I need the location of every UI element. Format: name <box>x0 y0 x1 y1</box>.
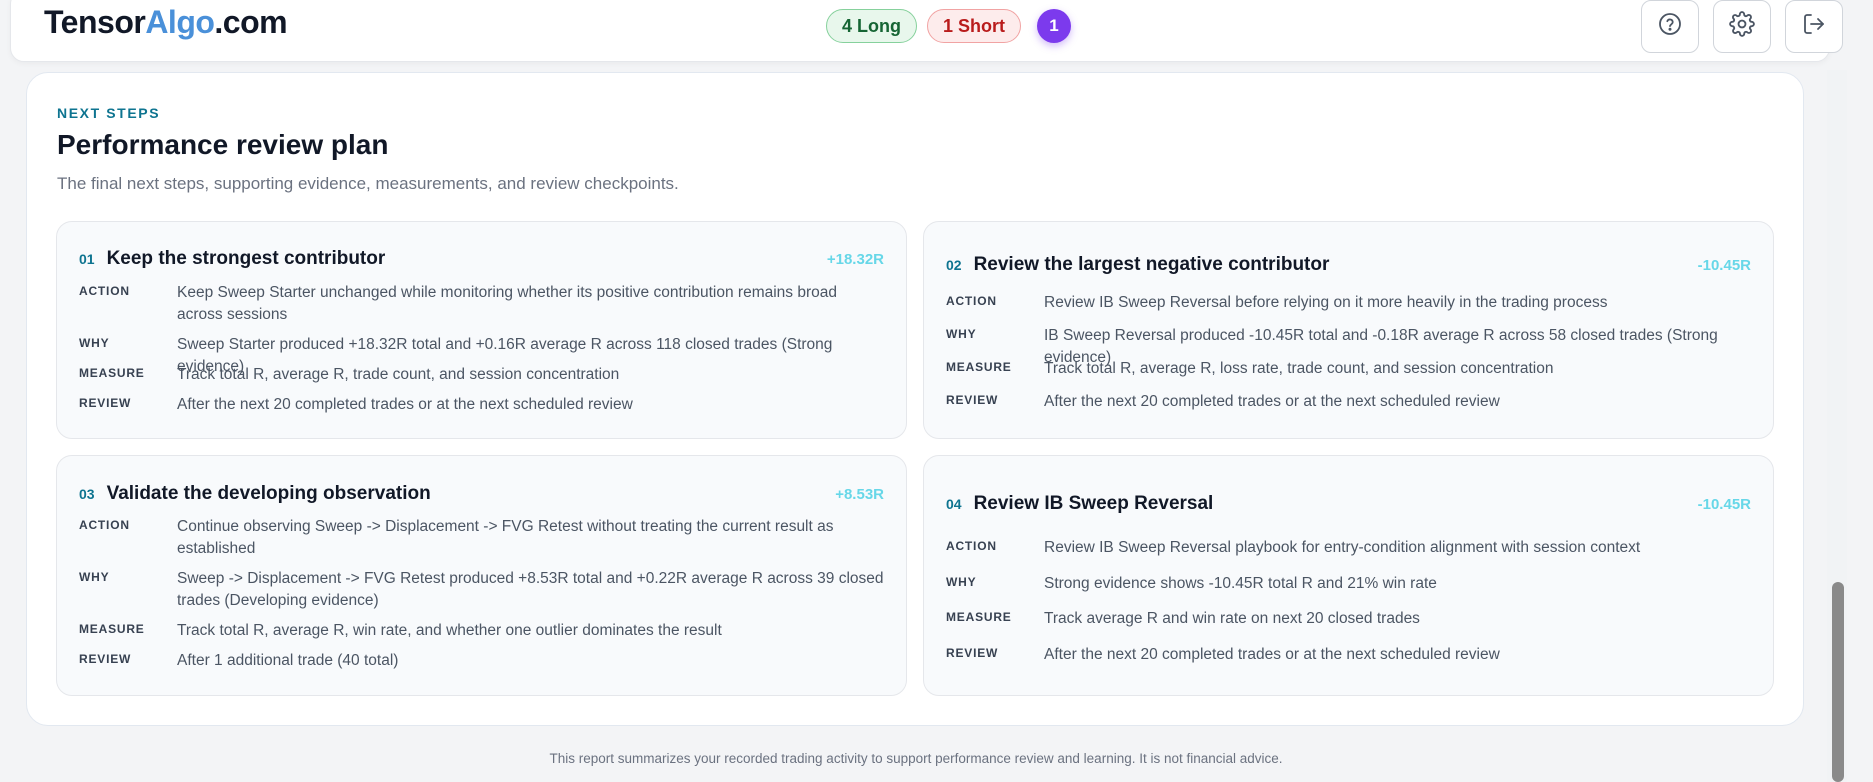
why-text: Sweep -> Displacement -> FVG Retest prod… <box>177 570 884 609</box>
next-steps-panel: NEXT STEPS Performance review plan The f… <box>26 72 1804 726</box>
action-label: ACTION <box>79 518 130 532</box>
step-title: Keep the strongest contributor <box>106 248 386 269</box>
gear-icon <box>1729 11 1755 42</box>
why-row: WHY Sweep -> Displacement -> FVG Retest … <box>79 568 884 612</box>
step-card-header: 01 Keep the strongest contributor +18.32… <box>79 248 884 270</box>
action-label: ACTION <box>946 539 997 553</box>
action-row: ACTION Continue observing Sweep -> Displ… <box>79 516 884 560</box>
step-title: Review the largest negative contributor <box>973 254 1330 275</box>
action-text: Continue observing Sweep -> Displacement… <box>177 518 834 557</box>
action-label: ACTION <box>79 284 130 298</box>
measure-text: Track total R, average R, trade count, a… <box>177 366 620 383</box>
step-card-header: 04 Review IB Sweep Reversal -10.45R <box>946 493 1751 515</box>
step-number: 04 <box>946 496 962 512</box>
why-row: WHY Strong evidence shows -10.45R total … <box>946 573 1751 595</box>
review-label: REVIEW <box>946 393 999 407</box>
action-row: ACTION Review IB Sweep Reversal before r… <box>946 292 1751 314</box>
measure-row: MEASURE Track total R, average R, trade … <box>79 364 884 386</box>
step-card: 01 Keep the strongest contributor +18.32… <box>56 221 907 439</box>
logo-text-algo: Algo <box>145 4 215 40</box>
step-number: 02 <box>946 257 962 273</box>
review-row: REVIEW After the next 20 completed trade… <box>946 644 1751 666</box>
measure-label: MEASURE <box>946 360 1012 374</box>
step-card-header: 02 Review the largest negative contribut… <box>946 254 1751 276</box>
logout-button[interactable] <box>1785 0 1843 53</box>
step-title: Validate the developing observation <box>106 483 431 504</box>
short-positions-badge[interactable]: 1 Short <box>927 9 1022 43</box>
top-bar: TensorAlgo.com 4 Long 1 Short 1 <box>10 0 1843 62</box>
review-row: REVIEW After the next 20 completed trade… <box>946 391 1751 413</box>
why-text: Strong evidence shows -10.45R total R an… <box>1044 575 1437 592</box>
review-label: REVIEW <box>79 396 132 410</box>
measure-text: Track total R, average R, loss rate, tra… <box>1044 360 1554 377</box>
review-text: After 1 additional trade (40 total) <box>177 652 399 669</box>
action-text: Review IB Sweep Reversal playbook for en… <box>1044 539 1641 556</box>
measure-row: MEASURE Track average R and win rate on … <box>946 608 1751 630</box>
action-text: Review IB Sweep Reversal before relying … <box>1044 294 1608 311</box>
step-card: 04 Review IB Sweep Reversal -10.45R ACTI… <box>923 455 1774 696</box>
review-row: REVIEW After 1 additional trade (40 tota… <box>79 650 884 672</box>
review-row: REVIEW After the next 20 completed trade… <box>79 394 884 416</box>
section-eyebrow: NEXT STEPS <box>57 105 161 121</box>
scrollbar-thumb[interactable] <box>1832 582 1844 782</box>
review-text: After the next 20 completed trades or at… <box>1044 393 1500 410</box>
settings-button[interactable] <box>1713 0 1771 53</box>
logout-icon <box>1802 12 1826 41</box>
action-row: ACTION Review IB Sweep Reversal playbook… <box>946 537 1751 559</box>
review-text: After the next 20 completed trades or at… <box>177 396 633 413</box>
why-label: WHY <box>946 575 977 589</box>
measure-label: MEASURE <box>79 622 145 636</box>
step-number: 03 <box>79 486 95 502</box>
step-card-header: 03 Validate the developing observation +… <box>79 483 884 505</box>
disclaimer-footer: This report summarizes your recorded tra… <box>549 751 1283 766</box>
help-button[interactable] <box>1641 0 1699 53</box>
measure-label: MEASURE <box>946 610 1012 624</box>
action-text: Keep Sweep Starter unchanged while monit… <box>177 284 837 323</box>
step-r-delta: +18.32R <box>826 251 884 268</box>
measure-text: Track average R and win rate on next 20 … <box>1044 610 1420 627</box>
section-subtitle: The final next steps, supporting evidenc… <box>57 174 679 193</box>
step-number: 01 <box>79 251 95 267</box>
step-card: 03 Validate the developing observation +… <box>56 455 907 696</box>
why-label: WHY <box>79 570 110 584</box>
measure-row: MEASURE Track total R, average R, loss r… <box>946 358 1751 380</box>
logo-text-tensor: Tensor <box>44 4 146 40</box>
measure-label: MEASURE <box>79 366 145 380</box>
action-row: ACTION Keep Sweep Starter unchanged whil… <box>79 282 884 326</box>
step-card: 02 Review the largest negative contribut… <box>923 221 1774 439</box>
logo[interactable]: TensorAlgo.com <box>44 4 288 41</box>
review-label: REVIEW <box>946 646 999 660</box>
long-positions-badge[interactable]: 4 Long <box>826 9 917 43</box>
step-title: Review IB Sweep Reversal <box>973 493 1214 514</box>
step-r-delta: -10.45R <box>1697 496 1751 513</box>
measure-row: MEASURE Track total R, average R, win ra… <box>79 620 884 642</box>
measure-text: Track total R, average R, win rate, and … <box>177 622 722 639</box>
help-icon <box>1658 12 1682 41</box>
logo-text-domain: .com <box>214 4 288 40</box>
action-label: ACTION <box>946 294 997 308</box>
notification-count-badge[interactable]: 1 <box>1037 9 1072 43</box>
section-title: Performance review plan <box>57 129 389 160</box>
step-r-delta: +8.53R <box>835 486 884 503</box>
review-label: REVIEW <box>79 652 132 666</box>
review-text: After the next 20 completed trades or at… <box>1044 646 1500 663</box>
page-scrollbar[interactable] <box>1827 70 1847 782</box>
position-badges: 4 Long 1 Short 1 <box>826 9 1072 43</box>
step-r-delta: -10.45R <box>1697 257 1751 274</box>
